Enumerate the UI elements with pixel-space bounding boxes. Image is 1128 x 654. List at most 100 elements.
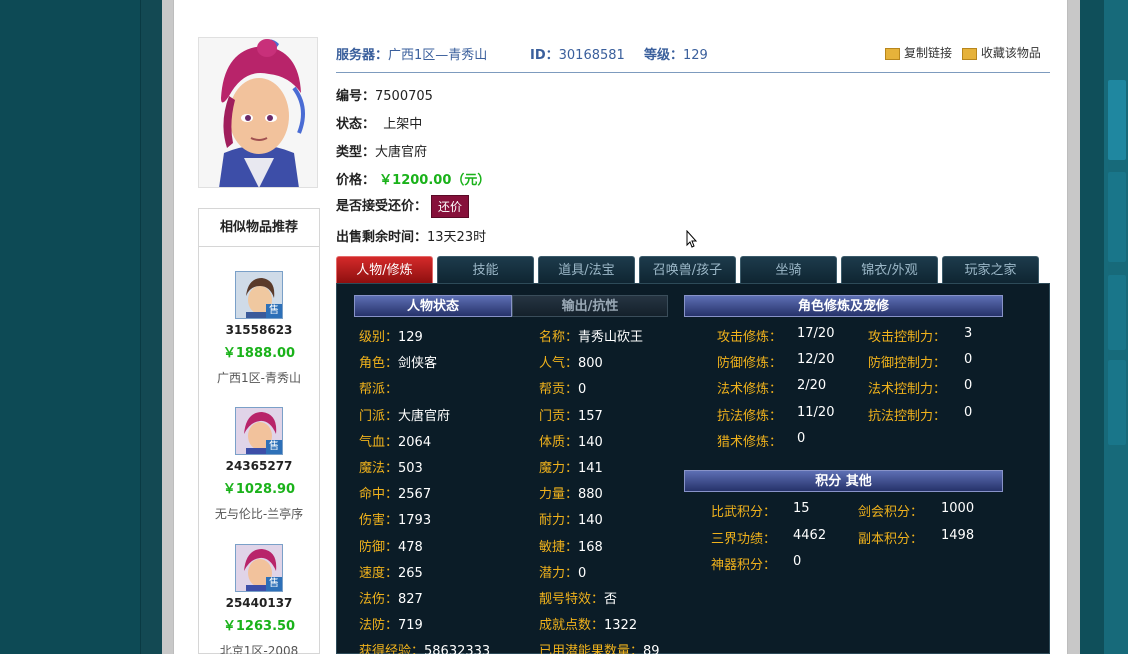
status-label: 状态： [336,117,376,132]
stat-label: 伤害： [359,513,399,529]
similar-item[interactable]: 售 31558623 ￥1888.00 广西1区-青秀山 [199,271,319,386]
similar-item-price: ￥1888.00 [222,346,296,361]
stat-row: 猎术修炼： 0 [717,431,805,450]
tab-items[interactable]: 道具/法宝 [538,256,635,283]
stat-value: 0 [578,382,587,398]
subtab-output-resist[interactable]: 输出/抗性 [512,295,668,317]
similar-item-avatar[interactable]: 售 [235,407,283,455]
similar-item-server: 无与伦比-兰亭序 [214,507,304,521]
stat-row: 副本积分： 1498 [858,528,974,547]
subtab-status[interactable]: 人物状态 [354,295,512,317]
stat-label: 命中： [359,487,399,503]
stat-row: 法防：719 [359,614,423,633]
stat-value: 1498 [941,527,975,543]
stat-row: 抗法控制力： 0 [868,405,972,424]
stat-label: 气血： [359,434,399,450]
similar-item-avatar[interactable]: 售 [235,271,283,319]
stat-label: 靓号特效： [539,592,605,607]
stat-label: 帮贡： [539,382,579,398]
stat-value: 129 [398,330,423,345]
stat-label: 已用潜能果数量： [539,644,644,654]
stat-row: 角色：剑侠客 [359,352,437,371]
similar-item-avatar[interactable]: 售 [235,544,283,592]
stat-row: 帮贡：0 [539,378,586,397]
stat-row: 攻击修炼： 17/20 [717,326,834,345]
price-label: 价格： [336,173,376,188]
character-portrait-image [199,38,317,187]
stat-row: 防御控制力： 0 [868,352,972,371]
stat-label: 门派： [359,408,399,424]
stat-value: 827 [398,592,423,607]
stat-label: 抗法修炼： [717,408,783,424]
stat-row: 法术控制力： 0 [868,378,972,398]
tab-outfits[interactable]: 锦衣/外观 [841,256,938,283]
stat-row: 法术修炼： 2/20 [717,378,826,398]
stat-value: 2/20 [797,378,827,394]
stat-value: 11/20 [797,404,835,420]
haggle-button[interactable]: 还价 [431,195,470,218]
copy-link-button[interactable]: 复制链接 [904,46,952,60]
outer-background-left [0,0,140,654]
similar-item[interactable]: 售 24365277 ￥1028.90 无与伦比-兰亭序 [199,407,319,522]
stat-value: 1793 [398,513,432,529]
stat-row: 伤害：1793 [359,509,431,528]
similar-item-id[interactable]: 31558623 [199,323,319,337]
server-value: 广西1区—青秀山 [388,48,488,63]
stat-value: 1322 [604,618,638,634]
stat-value: 168 [578,539,603,555]
tab-skills[interactable]: 技能 [437,256,534,283]
tab-mounts[interactable]: 坐骑 [740,256,837,283]
stat-value: 0 [793,554,802,569]
right-sidebar [1104,0,1128,654]
stat-row: 靓号特效：否 [539,588,617,607]
stat-value: 0 [964,404,973,420]
stat-label: 防御： [359,539,399,555]
stat-label: 法术修炼： [717,382,783,398]
stat-value: 157 [578,408,603,424]
sidebar-tool-4[interactable] [1108,360,1126,445]
stat-row: 法伤：827 [359,588,423,607]
stat-row: 获得经验：58632333 [359,640,490,654]
haggle-row: 是否接受还价： 还价 [336,195,470,218]
price-value: ￥1200.00（元） [379,173,491,188]
stat-value: 12/20 [797,352,835,368]
sidebar-tool-3[interactable] [1108,275,1126,350]
sidebar-tool-2[interactable] [1108,172,1126,262]
tab-character[interactable]: 人物/修炼 [336,256,433,283]
stat-value: 0 [964,352,973,368]
sale-badge: 售 [266,577,282,591]
stat-row: 比武积分： 15 [711,501,810,520]
remaining-row: 出售剩余时间：13天23时 [336,226,486,245]
stat-value: 2567 [398,487,432,503]
tab-home[interactable]: 玩家之家 [942,256,1039,283]
stat-label: 门贡： [539,408,579,424]
stat-row: 力量：880 [539,483,603,502]
stat-label: 敏捷： [539,539,579,555]
stat-value: 大唐官府 [398,408,451,424]
stat-row: 防御修炼： 12/20 [717,352,834,371]
similar-items-title: 相似物品推荐 [199,209,319,247]
star-folder-icon [961,47,977,60]
stat-value: 58632333 [424,644,491,654]
stat-value: 478 [398,539,423,555]
favorite-button[interactable]: 收藏该物品 [981,46,1041,60]
level-info: 等级：129 [644,44,708,63]
stat-value: 否 [604,592,618,607]
similar-item-id[interactable]: 24365277 [199,459,319,473]
sidebar-tool-1[interactable] [1108,80,1126,160]
stat-value: 15 [793,501,810,516]
similar-item-id[interactable]: 25440137 [199,596,319,610]
similar-item[interactable]: 售 25440137 ￥1263.50 北京1区-2008 [199,544,319,654]
stat-label: 体质： [539,434,579,450]
stat-label: 法术控制力： [868,382,947,398]
stat-label: 耐力： [539,513,579,529]
remaining-value: 13天23时 [427,230,487,245]
stat-label: 法伤： [359,592,399,607]
status-row: 状态： 上架中 [336,113,422,132]
tab-summons[interactable]: 召唤兽/孩子 [639,256,736,283]
stat-value: 0 [964,378,973,394]
stat-value: 141 [578,461,603,476]
stat-value: 4462 [793,527,827,543]
stat-value: 800 [578,356,603,372]
type-row: 类型：大唐官府 [336,141,427,160]
